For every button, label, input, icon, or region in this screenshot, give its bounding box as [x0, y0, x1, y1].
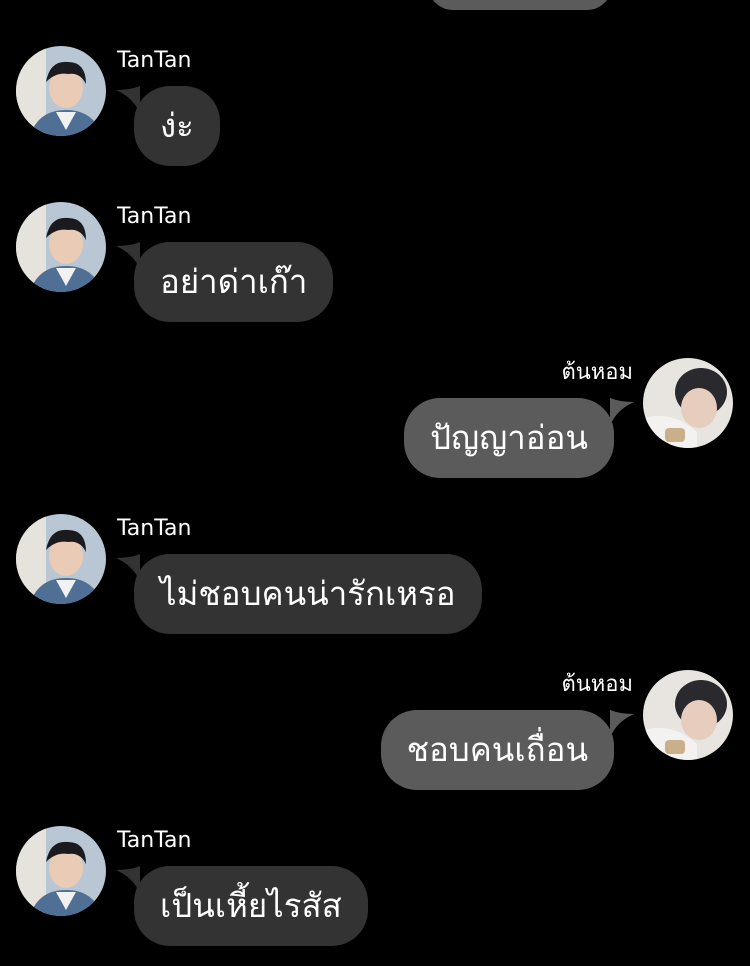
sender-avatar[interactable]	[16, 514, 106, 604]
tonhom-avatar-icon	[643, 670, 733, 760]
tantan-avatar-icon	[16, 46, 106, 136]
sender-avatar[interactable]	[16, 826, 106, 916]
tantan-avatar-icon	[16, 202, 106, 292]
sender-name: TanTan	[117, 828, 192, 853]
sender-name: TanTan	[117, 48, 192, 73]
message-bubble[interactable]: ชอบคนเถื่อน	[380, 710, 614, 790]
sender-name: ต้นหอม	[561, 672, 633, 697]
message-bubble[interactable]: เป็นเหี้ยไรสัส	[134, 866, 368, 946]
bubble-tail	[610, 710, 634, 738]
sender-avatar[interactable]	[643, 358, 733, 448]
message-bubble[interactable]: อย่าด่าเก๊า	[134, 242, 334, 322]
message-bubble[interactable]: ปัญญาอ่อน	[404, 398, 614, 478]
tantan-avatar-icon	[16, 514, 106, 604]
sender-avatar[interactable]	[16, 46, 106, 136]
sender-name: ต้นหอม	[561, 360, 633, 385]
tonhom-avatar-icon	[643, 358, 733, 448]
message-bubble-partial[interactable]	[428, 0, 612, 10]
sender-avatar[interactable]	[16, 202, 106, 292]
chat-thread: TanTan ง่ะ TanTan อย่าด่าเก๊า ต้นหอม ปัญ…	[0, 0, 750, 966]
sender-avatar[interactable]	[643, 670, 733, 760]
sender-name: TanTan	[117, 204, 192, 229]
tantan-avatar-icon	[16, 826, 106, 916]
bubble-tail	[610, 398, 634, 426]
message-bubble[interactable]: ไม่ชอบคนน่ารักเหรอ	[134, 554, 482, 634]
sender-name: TanTan	[117, 516, 192, 541]
message-bubble[interactable]: ง่ะ	[134, 86, 220, 166]
